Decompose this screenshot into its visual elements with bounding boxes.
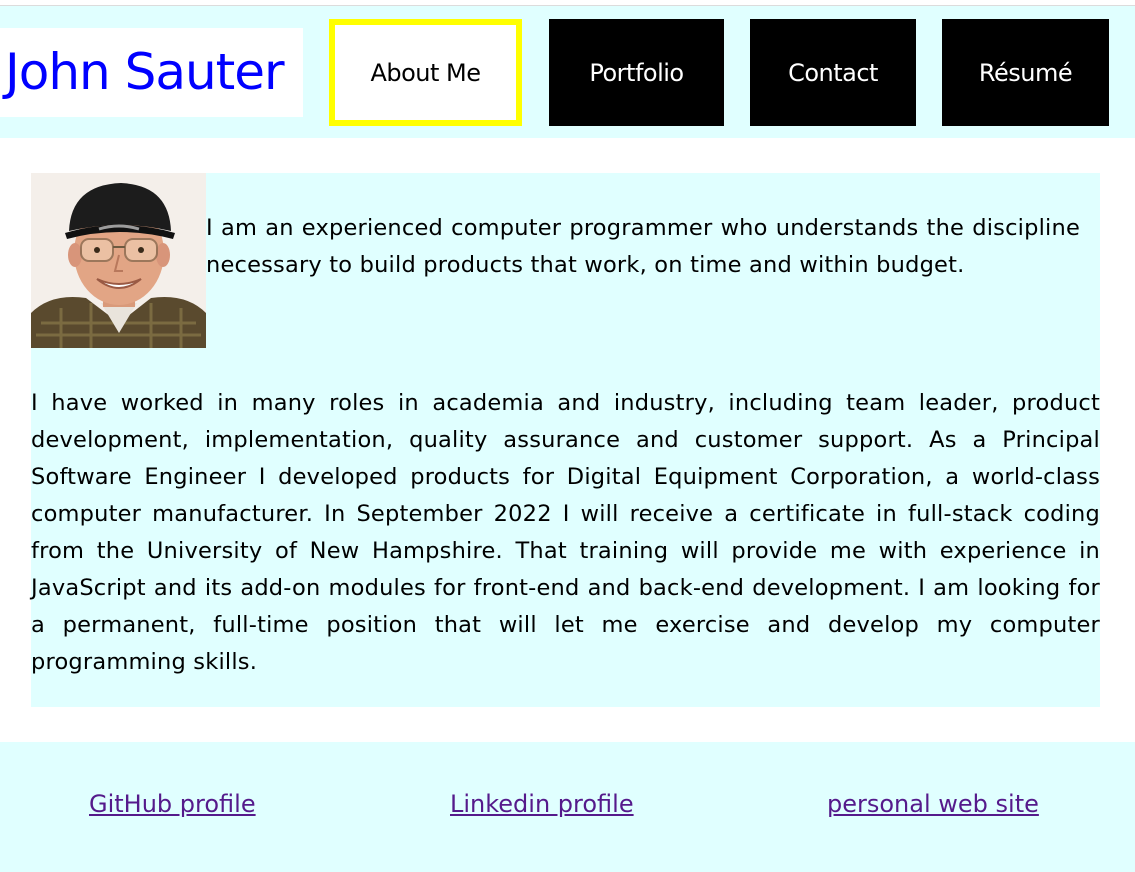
site-footer: GitHub profile Linkedin profile personal… <box>0 742 1135 872</box>
site-title: John Sauter <box>0 28 303 117</box>
portrait-photo-image <box>31 173 206 348</box>
personal-website-link[interactable]: personal web site <box>827 790 1039 818</box>
nav-about-me[interactable]: About Me <box>329 19 522 126</box>
intro-text: I am an experienced computer programmer … <box>206 215 1080 278</box>
nav-contact[interactable]: Contact <box>750 19 916 126</box>
nav-portfolio[interactable]: Portfolio <box>549 19 724 126</box>
nav-resume[interactable]: Résumé <box>942 19 1109 126</box>
github-profile-link[interactable]: GitHub profile <box>89 790 256 818</box>
site-header: John Sauter About Me Portfolio Contact R… <box>0 6 1135 138</box>
linkedin-profile-link[interactable]: Linkedin profile <box>450 790 634 818</box>
about-section: I am an experienced computer programmer … <box>31 173 1100 707</box>
bio-text: I have worked in many roles in academia … <box>31 390 1100 675</box>
portrait-photo <box>31 173 206 348</box>
